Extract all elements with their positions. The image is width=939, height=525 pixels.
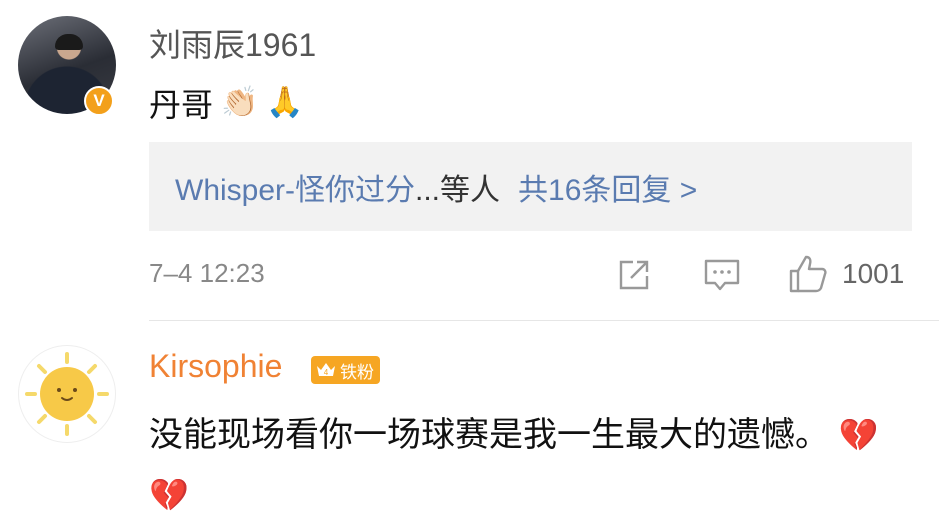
sun-avatar-icon: [25, 352, 109, 436]
fan-badge[interactable]: 4 铁粉: [311, 356, 380, 384]
comment-text-content: 没能现场看你一场球赛是我一生最大的遗憾。: [149, 416, 829, 454]
comment-icon[interactable]: [703, 258, 741, 292]
avatar[interactable]: [18, 345, 116, 443]
comment-username[interactable]: 刘雨辰1961: [149, 20, 316, 66]
badge-level: 4: [324, 368, 329, 377]
avatar-hair: [55, 34, 83, 50]
share-icon[interactable]: [617, 258, 651, 292]
comment-text: 丹哥 👏🏻 🙏: [149, 80, 304, 126]
comment-text-content: 丹哥: [149, 87, 214, 123]
comment-timestamp: 7–4 12:23: [149, 258, 265, 288]
like-icon[interactable]: [788, 254, 828, 294]
emoji-broken-heart: 💔: [149, 476, 189, 514]
comment-username[interactable]: Kirsophie: [149, 348, 282, 385]
emoji-pray: 🙏: [266, 85, 304, 120]
reply-names[interactable]: Whisper-怪你过分: [175, 165, 415, 209]
verified-badge-icon: V: [84, 86, 114, 116]
reply-preview-box[interactable]: Whisper-怪你过分 ...等人 共16条回复 >: [149, 142, 912, 231]
reply-ellipsis: ...等人: [415, 173, 501, 207]
crown-icon: 4: [317, 363, 335, 377]
emoji-clap: 👏🏻: [221, 85, 259, 120]
reply-count-link[interactable]: 共16条回复 >: [518, 165, 697, 209]
comment-text: 没能现场看你一场球赛是我一生最大的遗憾。 💔 💔: [149, 405, 889, 525]
like-count: 1001: [842, 258, 905, 289]
fan-badge-label: 铁粉: [340, 362, 374, 382]
emoji-broken-heart: 💔: [838, 416, 879, 454]
comment-divider: [149, 320, 939, 321]
